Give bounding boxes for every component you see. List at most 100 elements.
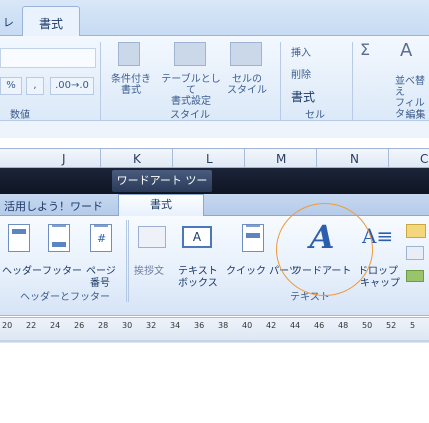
ruler-tick: 24 [50, 321, 61, 330]
ruler-tick: 20 [2, 321, 13, 330]
text-box-button[interactable]: A テキスト ボックス [176, 220, 218, 289]
column-header-o[interactable]: C [420, 152, 428, 166]
header-band [12, 229, 26, 234]
column-divider [244, 149, 245, 167]
conditional-format-icon [118, 42, 140, 66]
group-label-styles: スタイル [170, 110, 210, 121]
signature-icon[interactable] [406, 224, 426, 238]
sum-icon[interactable]: Σ [360, 40, 370, 59]
tab-format[interactable]: 書式 [118, 194, 204, 217]
ruler-tick: 48 [338, 321, 349, 330]
ruler-tick: 36 [194, 321, 205, 330]
quick-parts-button[interactable]: クイック パーツ [224, 220, 299, 284]
ruler-tick: 28 [98, 321, 109, 330]
column-divider [316, 149, 317, 167]
greeting-button[interactable]: 挨拶文 [132, 220, 172, 284]
group-label-cells: セル [305, 110, 325, 121]
quick-parts-label: クイック パーツ [226, 266, 299, 277]
page-number-button[interactable]: # ページ 番号 [82, 220, 118, 289]
divider [280, 42, 281, 120]
horizontal-ruler[interactable]: 20 22 24 26 28 30 32 34 36 38 40 42 44 4… [0, 317, 429, 343]
table-format-button[interactable]: テーブルとして 書式設定 [160, 74, 222, 107]
sort-az-icon[interactable]: A [400, 40, 412, 61]
delete-cells-button[interactable]: 削除 [291, 66, 311, 81]
ruler-tick: 32 [146, 321, 157, 330]
excel-tab-format[interactable]: 書式 [22, 6, 80, 37]
drop-cap-sublabel: キャップ [360, 278, 400, 289]
header-label: ヘッダー [2, 266, 42, 277]
percent-button[interactable]: % [0, 77, 22, 95]
ruler-tick: 34 [170, 321, 181, 330]
group-label-text: テキスト [290, 292, 330, 303]
word-title-bar: ワードアート ツール [0, 168, 429, 209]
ruler-tick: 44 [290, 321, 301, 330]
comma-button[interactable]: , [26, 77, 44, 95]
footer-band [52, 242, 66, 247]
page-number-sublabel: 番号 [90, 278, 110, 289]
header-icon [8, 224, 30, 252]
quick-parts-icon [242, 224, 264, 252]
column-divider [100, 149, 101, 167]
ruler-tick: 46 [314, 321, 325, 330]
ruler-tick: 38 [218, 321, 229, 330]
number-format-dropdown[interactable] [0, 48, 96, 68]
formula-bar[interactable] [0, 120, 429, 138]
ruler-tick: 40 [242, 321, 253, 330]
word-tab-bar: 活用しよう！ワード 書式 [0, 194, 429, 217]
insert-cells-button[interactable]: 挿入 [291, 44, 311, 59]
greeting-label: 挨拶文 [134, 266, 164, 277]
drop-cap-icon: A≡ [362, 224, 394, 248]
divider [126, 220, 127, 302]
tab-word-tips[interactable]: 活用しよう！ワード [4, 198, 103, 214]
ruler-tick: 26 [74, 321, 85, 330]
ruler-tick: 52 [386, 321, 397, 330]
gap [0, 138, 429, 148]
column-header-m[interactable]: M [276, 152, 286, 166]
wordart-button[interactable]: A ワードアート [290, 220, 352, 284]
column-header-l[interactable]: L [206, 152, 213, 166]
hash-icon: # [97, 232, 107, 245]
ruler-tick: 42 [266, 321, 277, 330]
footer-button[interactable]: フッター [40, 220, 82, 284]
ruler-tick: 22 [26, 321, 37, 330]
column-header-k[interactable]: K [133, 152, 141, 166]
ruler-tick: 30 [122, 321, 133, 330]
conditional-format-button[interactable]: 条件付き 書式 [106, 74, 156, 96]
excel-window: レ 書式 % , .00→.0 条件付き 書式 テーブルとして 書式設定 セルの… [0, 0, 429, 138]
footer-icon [48, 224, 70, 252]
column-header-n[interactable]: N [350, 152, 359, 166]
ruler-baseline [0, 340, 429, 342]
footer-label: フッター [42, 266, 82, 277]
word-ribbon: ヘッダー フッター # ページ 番号 挨拶文 A テキスト ボックス クイック … [0, 216, 429, 316]
wordart-tools-tab[interactable]: ワードアート ツール [112, 170, 212, 209]
ruler-tick: 50 [362, 321, 373, 330]
group-label-editing: 編集 [405, 110, 426, 121]
cell-style-icon [230, 42, 262, 66]
greeting-icon [138, 226, 166, 248]
header-button[interactable]: ヘッダー [2, 220, 42, 284]
divider [352, 42, 353, 120]
decimal-button[interactable]: .00→.0 [50, 77, 94, 95]
table-format-icon [174, 42, 206, 66]
ruler-tick: 5 [410, 321, 416, 330]
wordart-label: ワードアート [292, 266, 352, 277]
quick-parts-band [246, 233, 260, 238]
divider [128, 220, 129, 302]
date-time-icon[interactable] [406, 246, 424, 260]
group-label-number: 数値 [10, 110, 30, 121]
word-window: ワードアート ツール 活用しよう！ワード 書式 ヘッダー フッター # ページ … [0, 168, 429, 348]
column-headers: J K L M N C [0, 148, 429, 168]
wordart-icon: A [309, 218, 335, 256]
drop-cap-button[interactable]: A≡ ドロップ キャップ [358, 220, 402, 289]
object-icon[interactable] [406, 270, 424, 282]
divider [100, 42, 101, 120]
format-cells-button[interactable]: 書式 [291, 88, 315, 105]
cell-style-button[interactable]: セルの スタイル [222, 74, 272, 96]
column-divider [388, 149, 389, 167]
page-number-icon: # [90, 224, 112, 252]
column-header-j[interactable]: J [62, 152, 66, 166]
excel-tab-prev[interactable]: レ [3, 14, 14, 30]
excel-tab-bar: レ 書式 [0, 0, 429, 37]
group-label-header-footer: ヘッダーとフッター [20, 292, 110, 303]
text-box-icon: A [182, 226, 212, 248]
